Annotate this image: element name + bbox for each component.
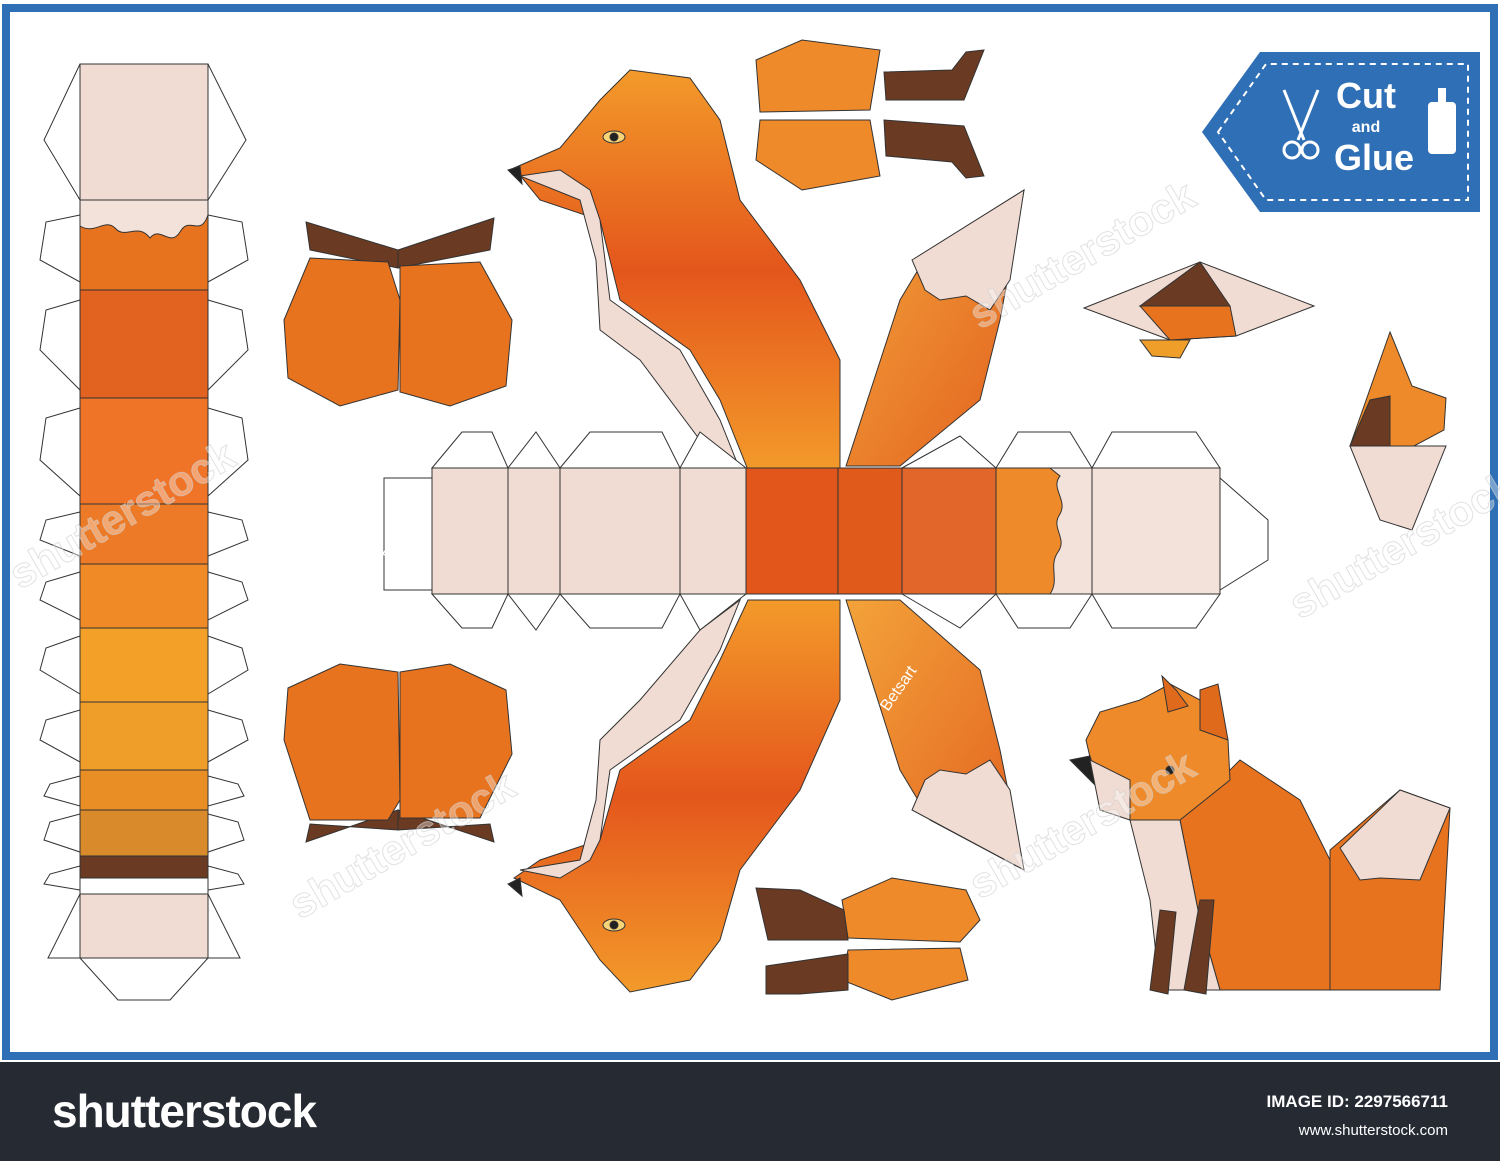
papercraft-fox-artwork: Cut and Glue Betsart Betsart Betsart shu… — [1, 4, 1500, 1060]
tail-bottom — [845, 599, 1025, 871]
assembled-fox — [1068, 674, 1451, 995]
cut-and-glue-badge: Cut and Glue — [1202, 52, 1480, 212]
image-id-label: IMAGE ID: 2297566711 — [1266, 1092, 1448, 1111]
front-paws-top — [283, 217, 513, 407]
ear-piece-top — [1082, 261, 1316, 359]
badge-cut-text: Cut — [1336, 75, 1396, 116]
stock-url: www.shutterstock.com — [1298, 1122, 1448, 1139]
hind-legs-top — [755, 39, 985, 191]
badge-glue-text: Glue — [1334, 137, 1414, 178]
signature-betsart: Betsart — [540, 87, 585, 127]
stock-logo: shutterstock — [52, 1085, 317, 1137]
badge-and-text: and — [1352, 119, 1380, 136]
stock-footer-bar: shutterstock IMAGE ID: 2297566711 www.sh… — [0, 1062, 1500, 1161]
hind-legs-bottom — [755, 877, 981, 1001]
